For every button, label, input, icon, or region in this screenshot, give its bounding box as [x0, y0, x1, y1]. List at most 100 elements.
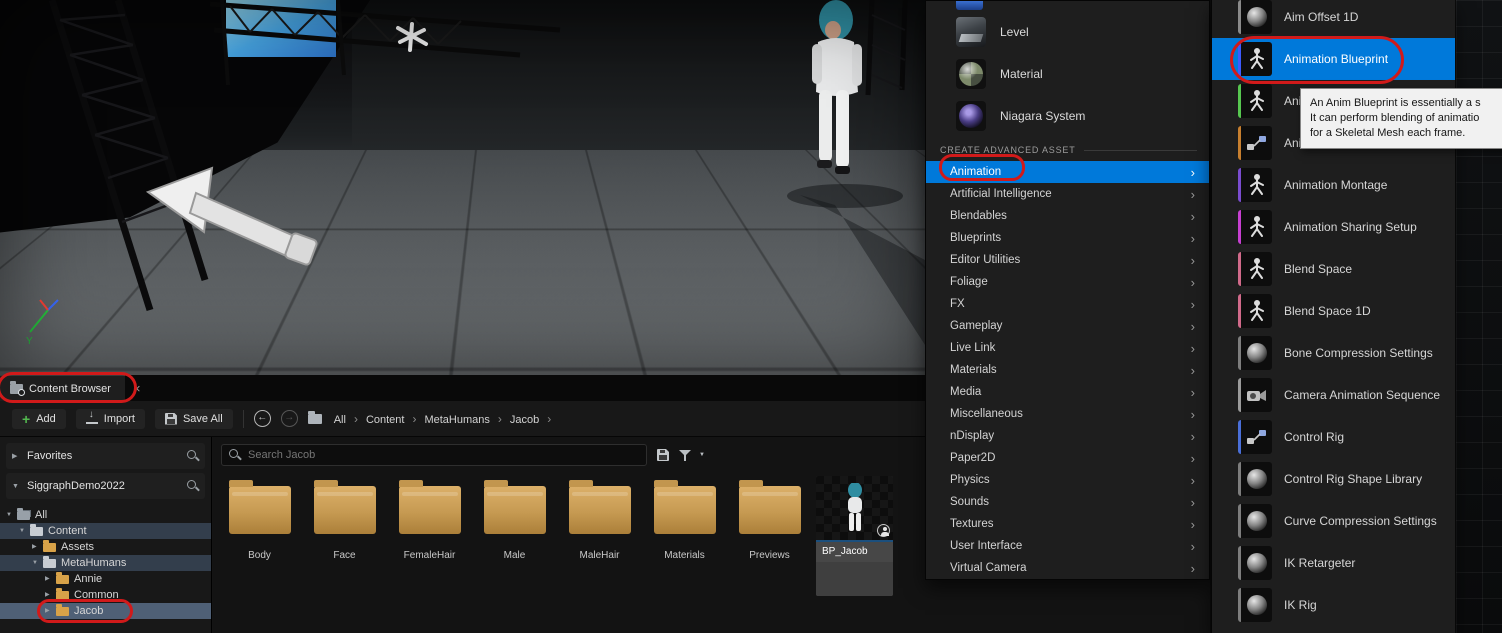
menu-item[interactable]: Miscellaneous	[926, 403, 1209, 425]
chevron-right-icon	[1191, 385, 1195, 400]
menu-item[interactable]: Level	[926, 11, 1209, 53]
menu-item[interactable]: Materials	[926, 359, 1209, 381]
menu-item[interactable]: Textures	[926, 513, 1209, 535]
folder-tile[interactable]: Face	[306, 476, 383, 561]
menu-item-label: Virtual Camera	[950, 562, 1191, 574]
breadcrumb-item[interactable]: MetaHumans	[424, 412, 509, 426]
menu-item-label: FX	[950, 298, 1191, 310]
submenu-item[interactable]: Control Rig	[1212, 416, 1455, 458]
menu-item[interactable]: FX	[926, 293, 1209, 315]
menu-item-label: Material	[1000, 67, 1043, 81]
asset-type-icon	[1238, 84, 1272, 118]
menu-item[interactable]: Paper2D	[926, 447, 1209, 469]
expander-caret-icon[interactable]	[32, 555, 42, 571]
content-browser-icon	[10, 384, 23, 394]
search-input[interactable]	[221, 444, 647, 466]
expander-caret-icon[interactable]	[45, 603, 55, 619]
menu-item-label: Sounds	[950, 496, 1191, 508]
submenu-item[interactable]: Animation Sharing Setup	[1212, 206, 1455, 248]
chevron-right-icon	[1191, 495, 1195, 510]
breadcrumb-item[interactable]: All	[334, 412, 366, 426]
search-icon[interactable]	[187, 480, 199, 492]
menu-item[interactable]: Physics	[926, 469, 1209, 491]
chevron-right-icon	[1191, 363, 1195, 378]
menu-item[interactable]: Virtual Camera	[926, 557, 1209, 579]
filter-icon[interactable]	[679, 449, 693, 462]
menu-item[interactable]: Artificial Intelligence	[926, 183, 1209, 205]
folder-tile[interactable]: Materials	[646, 476, 723, 561]
folder-tile[interactable]: FemaleHair	[391, 476, 468, 561]
menu-item[interactable]: Editor Utilities	[926, 249, 1209, 271]
add-button[interactable]: + Add	[12, 409, 66, 429]
tree-item[interactable]: All	[0, 507, 211, 523]
menu-item[interactable]: User Interface	[926, 535, 1209, 557]
folder-thumbnail-icon	[569, 486, 631, 534]
submenu-item[interactable]: Bone Compression Settings	[1212, 332, 1455, 374]
favorites-header[interactable]: ▶ Favorites	[6, 443, 205, 469]
chevron-right-icon	[1191, 319, 1195, 334]
tree-item[interactable]: Content	[0, 523, 211, 539]
submenu-item[interactable]: Blend Space	[1212, 248, 1455, 290]
tree-item[interactable]: Assets	[0, 539, 211, 555]
advanced-asset-list: Animation Artificial Intelligence Blenda…	[926, 161, 1209, 579]
import-button[interactable]: Import	[76, 409, 145, 429]
submenu-item[interactable]: Curve Compression Settings	[1212, 500, 1455, 542]
submenu-item[interactable]: Animation Montage	[1212, 164, 1455, 206]
save-search-icon[interactable]	[657, 449, 669, 461]
folder-tile[interactable]: MaleHair	[561, 476, 638, 561]
expander-caret-icon[interactable]	[45, 571, 55, 587]
submenu-item[interactable]: Camera Animation Sequence	[1212, 374, 1455, 416]
expander-caret-icon[interactable]	[6, 507, 16, 523]
viewport-3d[interactable]: Y	[0, 0, 925, 375]
menu-item[interactable]: Animation	[926, 161, 1209, 183]
breadcrumb-item[interactable]: Content	[366, 412, 425, 426]
folder-tile-label: Male	[476, 550, 553, 561]
submenu-item[interactable]: IK Rig	[1212, 584, 1455, 626]
menu-item[interactable]: Foliage	[926, 271, 1209, 293]
expander-caret-icon[interactable]	[32, 539, 42, 555]
folder-tile-label: MaleHair	[561, 550, 638, 561]
menu-item[interactable]: Blendables	[926, 205, 1209, 227]
tree-item[interactable]: Common	[0, 587, 211, 603]
folder-icon	[56, 591, 69, 600]
create-asset-menu: Level Material Niagara System CREATE ADV…	[925, 0, 1210, 580]
filter-caret-icon[interactable]: ▼	[699, 452, 705, 458]
content-browser-tab[interactable]: Content Browser	[0, 375, 125, 401]
forward-button[interactable]: →	[281, 410, 298, 427]
folder-tile[interactable]: Body	[221, 476, 298, 561]
asset-tile-bp-jacob[interactable]: BP_Jacob	[816, 476, 893, 596]
menu-item[interactable]: Blueprints	[926, 227, 1209, 249]
folder-tile[interactable]: Previews	[731, 476, 808, 561]
tree-item[interactable]: MetaHumans	[0, 555, 211, 571]
submenu-item[interactable]: IK Retargeter	[1212, 542, 1455, 584]
menu-item[interactable]: Media	[926, 381, 1209, 403]
menu-item[interactable]: Niagara System	[926, 95, 1209, 137]
expander-caret-icon[interactable]	[45, 587, 55, 603]
menu-item[interactable]: Gameplay	[926, 315, 1209, 337]
submenu-item[interactable]: Aim Offset 1D	[1212, 0, 1455, 38]
collection-header[interactable]: ▼ SiggraphDemo2022	[6, 473, 205, 499]
tree-item[interactable]: Annie	[0, 571, 211, 587]
asset-type-icon	[1238, 294, 1272, 328]
folder-tile-label: Materials	[646, 550, 723, 561]
menu-item[interactable]: nDisplay	[926, 425, 1209, 447]
asset-type-icon	[956, 59, 986, 89]
tree-item[interactable]: Jacob	[0, 603, 211, 619]
back-button[interactable]: ←	[254, 410, 271, 427]
tree-item-label: All	[35, 507, 47, 523]
caret-down-icon: ▼	[12, 483, 21, 490]
folder-tile[interactable]: Male	[476, 476, 553, 561]
expander-caret-icon[interactable]	[19, 523, 29, 539]
menu-item[interactable]: Live Link	[926, 337, 1209, 359]
search-icon[interactable]	[187, 450, 199, 462]
breadcrumb-item[interactable]: Jacob	[510, 412, 559, 426]
menu-item[interactable]: Sounds	[926, 491, 1209, 513]
tab-close-icon[interactable]: ×	[133, 381, 141, 396]
submenu-item[interactable]: Animation Blueprint	[1212, 38, 1455, 80]
save-all-button[interactable]: Save All	[155, 409, 233, 429]
menu-item[interactable]: Material	[926, 53, 1209, 95]
submenu-item[interactable]: Blend Space 1D	[1212, 290, 1455, 332]
folder-thumbnail-icon	[399, 486, 461, 534]
folder-icon	[30, 527, 43, 536]
submenu-item[interactable]: Control Rig Shape Library	[1212, 458, 1455, 500]
